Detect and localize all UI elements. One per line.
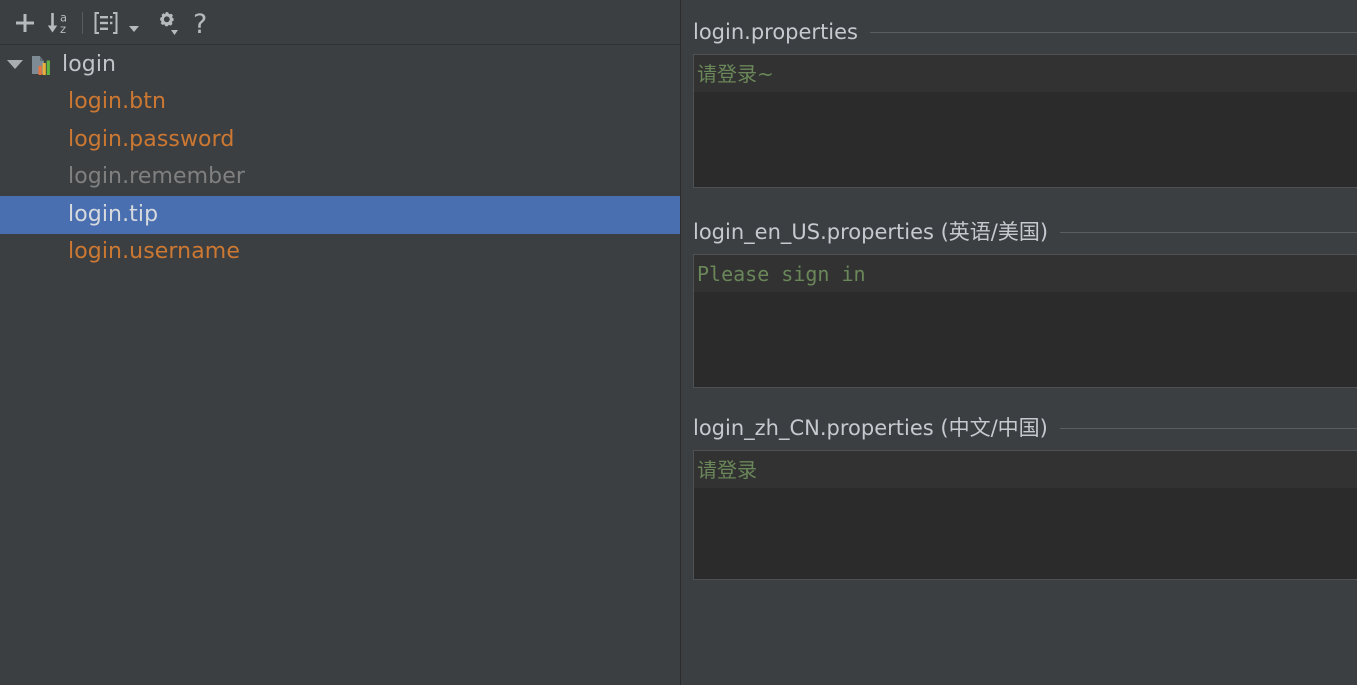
group-by-button[interactable] [89,6,123,40]
tree-item-label: login.btn [68,89,166,115]
section-header-en-us: login_en_US.properties (英语/美国) [681,210,1357,254]
resource-bundle-icon [30,54,52,76]
toolbar-divider [82,12,83,34]
resource-bundle-editor: a z [0,0,1357,685]
editor-section-default: login.properties 请登录~ [681,10,1357,188]
tree-row-login-btn[interactable]: login.btn [0,84,680,122]
gear-with-dropdown-icon [154,9,182,37]
editor-section-en-us: login_en_US.properties (英语/美国) Please si… [681,210,1357,388]
sort-alphabetically-button[interactable]: a z [42,6,76,40]
editor-zh-cn[interactable]: 请登录 [693,450,1357,580]
tree-item-label: login.remember [68,164,245,190]
question-mark-icon: ? [189,9,215,37]
add-button[interactable] [8,6,42,40]
editor-current-line[interactable]: 请登录~ [694,55,1357,92]
editor-current-line[interactable]: 请登录 [694,451,1357,488]
svg-text:?: ? [193,9,207,37]
section-gap [681,388,1357,406]
chevron-down-icon [127,24,141,34]
section-rule [1060,232,1357,233]
sort-alpha-down-icon: a z [45,9,73,37]
section-title: login_zh_CN.properties (中文/中国) [693,416,1048,440]
tree-row-root[interactable]: login [0,46,680,84]
section-rule [1060,428,1357,429]
tree-item-label: login.tip [68,202,158,228]
settings-button[interactable] [151,6,185,40]
svg-text:z: z [60,22,66,36]
properties-tree[interactable]: login login.btn login.password login.rem… [0,45,680,685]
triangle-down-icon [7,60,23,69]
editor-default[interactable]: 请登录~ [693,54,1357,188]
expand-collapse-toggle[interactable] [0,60,30,69]
help-button[interactable]: ? [185,6,219,40]
properties-tree-panel: a z [0,0,681,685]
editor-en-us[interactable]: Please sign in [693,254,1357,388]
section-header-zh-cn: login_zh_CN.properties (中文/中国) [681,406,1357,450]
tree-row-login-username[interactable]: login.username [0,234,680,272]
group-by-icon [93,10,119,36]
editor-value: 请登录~ [697,62,774,86]
tree-row-login-password[interactable]: login.password [0,121,680,159]
tree-item-label: login.username [68,239,240,265]
group-by-dropdown[interactable] [123,6,145,40]
section-gap [681,188,1357,210]
panel-top-padding [681,0,1357,10]
tree-item-label: login.password [68,127,234,153]
section-title: login_en_US.properties (英语/美国) [693,220,1048,244]
editor-current-line[interactable]: Please sign in [694,255,1357,292]
tree-row-login-tip[interactable]: login.tip [0,196,680,234]
editor-value: 请登录 [697,458,757,482]
tree-toolbar: a z [0,0,680,45]
section-header-default: login.properties [681,10,1357,54]
editor-section-zh-cn: login_zh_CN.properties (中文/中国) 请登录 [681,406,1357,580]
tree-row-login-remember[interactable]: login.remember [0,159,680,197]
tree-root-label: login [62,52,116,78]
plus-icon [13,11,37,35]
translation-editors-panel: login.properties 请登录~ login_en_US.proper… [681,0,1357,685]
section-rule [870,32,1357,33]
editor-value: Please sign in [697,262,866,286]
section-title: login.properties [693,20,858,44]
